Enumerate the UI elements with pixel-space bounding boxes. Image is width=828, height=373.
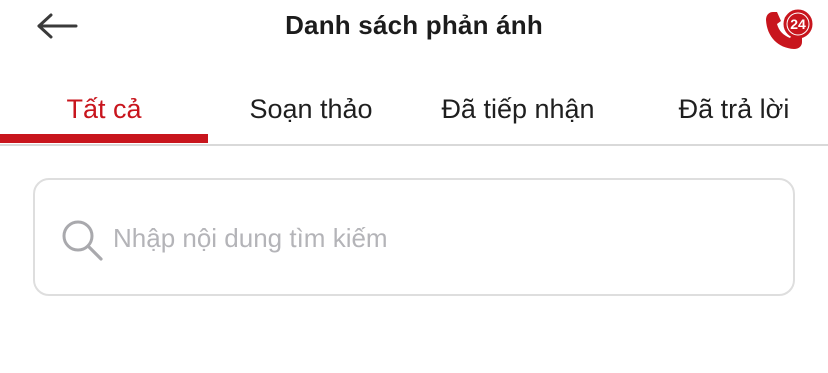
app-header: Danh sách phản ánh 24 xyxy=(0,0,828,60)
tab-label: Soạn thảo xyxy=(249,93,373,124)
tab-label: Tất cả xyxy=(66,93,142,124)
tab-received[interactable]: Đã tiếp nhận xyxy=(418,74,618,144)
search-input[interactable] xyxy=(113,210,773,266)
tab-label: Đã trả lời xyxy=(678,93,790,124)
tab-label: Đã tiếp nhận xyxy=(441,93,595,124)
tab-answered[interactable]: Đã trả lời xyxy=(640,74,828,144)
search-icon xyxy=(62,220,103,261)
active-tab-indicator xyxy=(0,134,208,143)
phone-24-icon: 24 xyxy=(766,9,813,49)
hotline-badge-text: 24 xyxy=(790,16,806,32)
search-box[interactable] xyxy=(33,178,795,296)
tab-draft[interactable]: Soạn thảo xyxy=(212,74,410,144)
hotline-24-button[interactable]: 24 xyxy=(760,4,816,54)
page-title: Danh sách phản ánh xyxy=(285,10,543,40)
